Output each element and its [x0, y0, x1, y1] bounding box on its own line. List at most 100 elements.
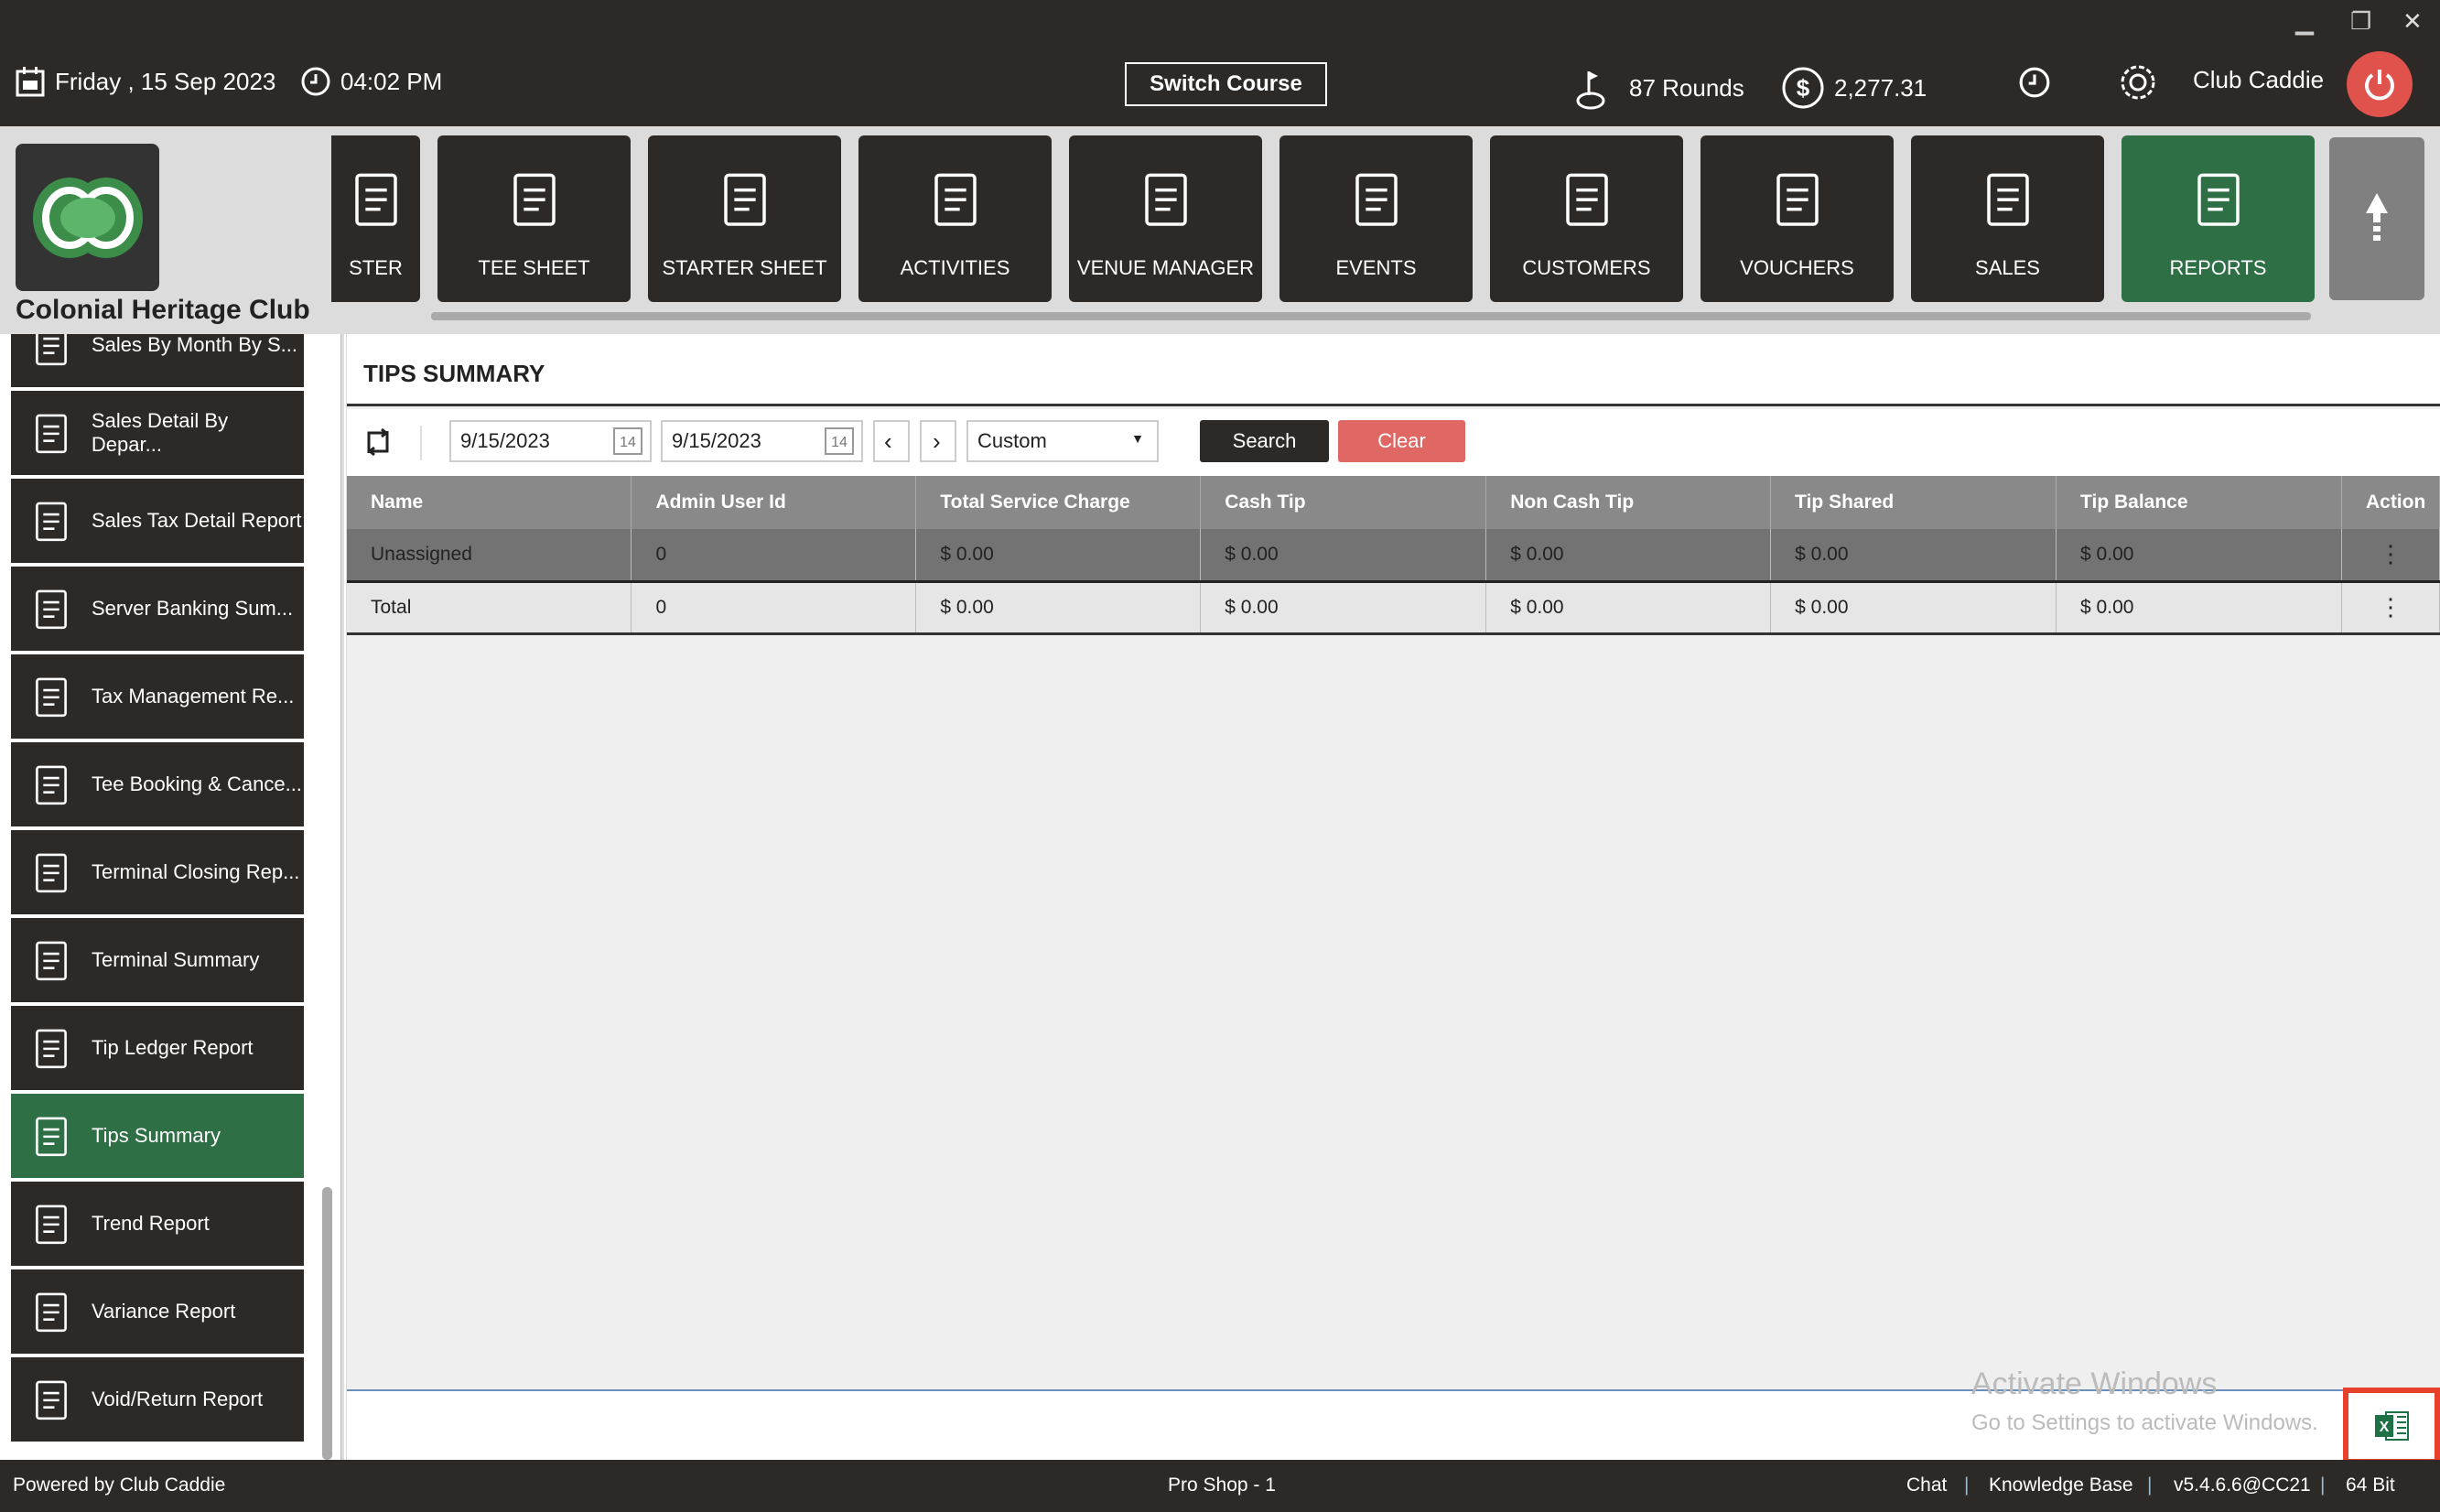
sidebar-scrollbar[interactable]: [322, 1187, 332, 1460]
knowledge-base-link[interactable]: Knowledge Base: [1989, 1474, 2133, 1496]
rounds-display: 87 Rounds: [1576, 66, 1744, 110]
column-header[interactable]: Tip Balance: [2056, 476, 2342, 529]
table-cell: 0: [631, 529, 917, 583]
export-excel-button[interactable]: X: [2343, 1388, 2440, 1464]
column-header[interactable]: Non Cash Tip: [1485, 476, 1772, 529]
table-cell: $ 0.00: [1770, 529, 2057, 583]
chat-link[interactable]: Chat: [1906, 1474, 1947, 1496]
from-date-input[interactable]: 9/15/2023 14: [449, 420, 652, 462]
range-select[interactable]: Custom ▼: [966, 420, 1159, 462]
sidebar-item-label: Sales Detail By Depar...: [91, 409, 229, 456]
sidebar-item-tip-ledger-report[interactable]: Tip Ledger Report: [11, 1006, 304, 1090]
sidebar-item-trend-report[interactable]: Trend Report: [11, 1182, 304, 1266]
prev-period-button[interactable]: ‹: [873, 420, 910, 462]
chevron-right-icon: ›: [933, 427, 941, 455]
scroll-up-button[interactable]: [2329, 137, 2424, 300]
meeting-icon: [1134, 167, 1198, 256]
station-text: Pro Shop - 1: [1168, 1474, 1276, 1496]
bitness-text: 64 Bit: [2346, 1474, 2395, 1496]
search-button[interactable]: Search: [1200, 420, 1329, 462]
nav-tile-activities[interactable]: ACTIVITIES: [858, 135, 1052, 302]
row-action-menu-icon[interactable]: ⋮: [2341, 529, 2440, 583]
table-cell: $ 0.00: [2056, 529, 2342, 583]
column-header[interactable]: Total Service Charge: [915, 476, 1202, 529]
sidebar-item-tee-booking-cance[interactable]: Tee Booking & Cance...: [11, 742, 304, 826]
nav-scrollbar[interactable]: [431, 312, 2311, 320]
table-cell: $ 0.00: [1200, 581, 1487, 635]
sidebar-item-server-banking-sum[interactable]: Server Banking Sum...: [11, 567, 304, 651]
chevron-left-icon: ‹: [884, 427, 892, 455]
power-button[interactable]: [2347, 51, 2413, 117]
report-icon: [11, 1024, 92, 1072]
separator: |: [1964, 1474, 1970, 1496]
clock-icon: [2019, 67, 2050, 98]
calendar-list-icon: [923, 167, 988, 256]
sidebar-item-sales-by-month-by-s[interactable]: Sales By Month By S...: [11, 334, 304, 387]
sidebar-item-terminal-closing-rep[interactable]: Terminal Closing Rep...: [11, 830, 304, 914]
sidebar-item-void-return-report[interactable]: Void/Return Report: [11, 1357, 304, 1442]
title-bar: TIPS SUMMARY: [347, 334, 2440, 406]
table-cell: Unassigned: [347, 529, 632, 583]
nav-tile-starter-sheet[interactable]: STARTER SHEET: [648, 135, 841, 302]
arrow-up-icon: [2366, 193, 2388, 241]
gear-icon: [2121, 65, 2155, 100]
refresh-button[interactable]: [363, 427, 393, 457]
refresh-icon: [367, 427, 389, 457]
column-header[interactable]: Admin User Id: [631, 476, 917, 529]
minimize-button[interactable]: ▁: [2295, 7, 2314, 36]
sidebar-item-sales-tax-detail-report[interactable]: Sales Tax Detail Report: [11, 479, 304, 563]
calendar-icon[interactable]: 14: [825, 427, 854, 455]
report-icon: [11, 497, 92, 545]
nav-tile-label: ACTIVITIES: [900, 256, 1010, 279]
report-icon: [11, 1288, 92, 1335]
next-period-button[interactable]: ›: [920, 420, 956, 462]
history-button[interactable]: [2018, 66, 2051, 99]
filter-toolbar: 9/15/2023 14 9/15/2023 14 ‹ › Custom ▼ S…: [347, 409, 2440, 476]
column-header[interactable]: Action: [2341, 476, 2440, 529]
to-date-input[interactable]: 9/15/2023 14: [661, 420, 863, 462]
nav-tile-label: VOUCHERS: [1740, 256, 1854, 279]
nav-tile-ster[interactable]: STER: [331, 135, 420, 302]
power-icon: [2365, 70, 2394, 101]
restore-button[interactable]: ❐: [2350, 7, 2371, 36]
activation-watermark-text: Go to Settings to activate Windows.: [1971, 1410, 2318, 1435]
range-value: Custom: [977, 429, 1047, 452]
table-cell: Total: [347, 581, 632, 635]
column-header[interactable]: Tip Shared: [1770, 476, 2057, 529]
nav-tile-events[interactable]: EVENTS: [1279, 135, 1473, 302]
calendar-icon[interactable]: 14: [613, 427, 642, 455]
nav-tile-sales[interactable]: SALES: [1911, 135, 2104, 302]
nav-tile-venue-manager[interactable]: VENUE MANAGER: [1069, 135, 1262, 302]
nav-tile-customers[interactable]: CUSTOMERS: [1490, 135, 1683, 302]
sidebar-item-label: Tee Booking & Cance...: [92, 772, 302, 795]
nav-tile-reports[interactable]: REPORTS: [2122, 135, 2315, 302]
row-action-menu-icon[interactable]: ⋮: [2341, 581, 2440, 635]
column-header[interactable]: Cash Tip: [1200, 476, 1487, 529]
sidebar-item-terminal-summary[interactable]: Terminal Summary: [11, 918, 304, 1002]
sidebar-item-label: Tax Management Re...: [92, 685, 295, 707]
switch-course-button[interactable]: Switch Course: [1125, 62, 1327, 106]
sidebar-item-label: Sales Tax Detail Report: [92, 509, 302, 532]
sidebar-divider: [340, 334, 344, 1460]
users-icon: [1555, 167, 1619, 256]
version-text: v5.4.6.6@CC21: [2174, 1474, 2311, 1496]
sidebar-item-variance-report[interactable]: Variance Report: [11, 1269, 304, 1354]
nav-tile-vouchers[interactable]: VOUCHERS: [1700, 135, 1894, 302]
sidebar-item-label: Server Banking Sum...: [92, 597, 294, 620]
sidebar-item-tips-summary[interactable]: Tips Summary: [11, 1094, 304, 1178]
column-header[interactable]: Name: [347, 476, 632, 529]
settings-button[interactable]: [2116, 60, 2160, 104]
dollar-icon: $: [1782, 67, 1824, 109]
sidebar-item-sales-detail-by-depar[interactable]: Sales Detail By Depar...: [11, 391, 304, 475]
table-cell: $ 0.00: [1770, 581, 2057, 635]
table-cell: 0: [631, 581, 917, 635]
clear-button[interactable]: Clear: [1338, 420, 1465, 462]
sidebar-item-label: Terminal Summary: [92, 948, 260, 971]
report-icon: [11, 761, 92, 808]
close-window-button[interactable]: ✕: [2402, 7, 2423, 36]
sidebar-item-tax-management-re[interactable]: Tax Management Re...: [11, 654, 304, 739]
table-cell: $ 0.00: [2056, 581, 2342, 635]
nav-tile-tee-sheet[interactable]: TEE SHEET: [437, 135, 631, 302]
report-icon: [11, 1200, 92, 1247]
user-name[interactable]: Club Caddie: [2193, 66, 2324, 94]
